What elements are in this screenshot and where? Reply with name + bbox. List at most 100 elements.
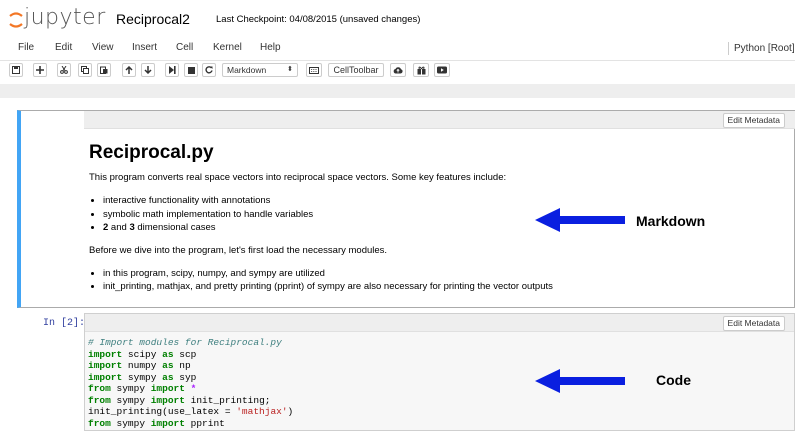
move-down-button[interactable] <box>141 63 155 77</box>
menu-insert[interactable]: Insert <box>132 42 157 53</box>
code-operator: * <box>184 383 197 394</box>
code-annotation-label: Code <box>656 372 691 388</box>
code-text: syp <box>173 371 197 383</box>
code-keyword: as <box>162 360 174 371</box>
paste-icon <box>100 66 108 74</box>
insert-cell-button[interactable] <box>33 63 47 77</box>
modules-paragraph: Before we dive into the program, let's f… <box>89 244 388 256</box>
menu-cell[interactable]: Cell <box>176 42 193 53</box>
move-up-button[interactable] <box>122 63 136 77</box>
code-line: from sympy import * <box>88 383 293 395</box>
code-text: sympy <box>110 394 151 406</box>
run-cell-button[interactable] <box>165 63 179 77</box>
modules-list: in this program, scipy, numpy, and sympy… <box>89 267 789 294</box>
code-keyword: import <box>88 360 123 371</box>
edit-metadata-button[interactable]: Edit Metadata <box>722 113 785 128</box>
menu-kernel[interactable]: Kernel <box>213 42 242 53</box>
upload-button[interactable] <box>390 63 406 77</box>
code-keyword: import <box>150 417 185 429</box>
cloud-upload-icon <box>393 67 403 74</box>
code-keyword: import <box>88 371 123 383</box>
code-cell-toolbar: Edit Metadata <box>85 314 794 332</box>
notebook-toolbar: Markdown ⬍ CellToolbar <box>0 61 795 81</box>
code-line: from sympy import pprint <box>88 418 293 430</box>
command-palette-button[interactable] <box>306 63 322 77</box>
code-text: scp <box>173 348 197 360</box>
markdown-annotation-label: Markdown <box>636 213 706 229</box>
code-text: init_printing(use_latex = <box>88 406 237 417</box>
code-text: ) <box>287 406 294 417</box>
toolbar-divider <box>0 84 795 98</box>
code-keyword: import <box>88 348 123 360</box>
code-text: init_printing; <box>184 394 271 406</box>
input-prompt: In [2]: <box>43 318 86 329</box>
code-line: init_printing(use_latex = 'mathjax') <box>88 406 293 418</box>
code-line: import numpy as np <box>88 360 293 372</box>
code-keyword: as <box>162 371 174 383</box>
cut-icon <box>60 66 68 74</box>
markdown-arrow-icon <box>535 208 625 232</box>
code-line: import scipy as scp <box>88 349 293 361</box>
code-comment: # Import modules for Reciprocal.py <box>88 337 282 348</box>
code-keyword: from <box>88 417 111 429</box>
markdown-cell-toolbar: Edit Metadata <box>84 111 795 129</box>
code-line: from sympy import init_printing; <box>88 395 293 407</box>
code-keyword: from <box>88 394 111 406</box>
kernel-indicator[interactable]: Python [Root] <box>728 42 795 55</box>
code-text: sympy <box>110 383 151 394</box>
code-keyword: import <box>150 383 185 394</box>
list-item: interactive functionality with annotatio… <box>103 194 789 208</box>
celltoolbar-button[interactable]: CellToolbar <box>328 63 384 77</box>
gift-icon <box>417 66 425 74</box>
select-caret-icon: ⬍ <box>287 66 293 73</box>
keyboard-icon <box>309 66 319 74</box>
menu-edit[interactable]: Edit <box>55 42 72 53</box>
intro-paragraph: This program converts real space vectors… <box>89 172 507 183</box>
code-text: pprint <box>184 417 225 429</box>
cell-type-select[interactable]: Markdown ⬍ <box>222 63 298 77</box>
code-string: 'mathjax' <box>236 406 288 417</box>
notebook-name[interactable]: Reciprocal2 <box>116 11 190 27</box>
menu-help[interactable]: Help <box>260 42 281 53</box>
restart-icon <box>205 66 213 74</box>
code-text: np <box>173 360 191 371</box>
video-button[interactable] <box>434 63 450 77</box>
arrow-down-icon <box>144 66 152 74</box>
save-icon <box>12 66 20 74</box>
copy-icon <box>81 66 89 74</box>
edit-metadata-button[interactable]: Edit Metadata <box>722 316 785 331</box>
cut-button[interactable] <box>57 63 71 77</box>
code-text: sympy <box>122 371 163 383</box>
plus-icon <box>36 66 44 74</box>
youtube-icon <box>437 66 447 74</box>
gift-button[interactable] <box>413 63 429 77</box>
feature-text: and <box>108 222 130 233</box>
interrupt-kernel-button[interactable] <box>184 63 198 77</box>
list-item: init_printing, mathjax, and pretty print… <box>103 280 789 294</box>
stop-icon <box>187 66 195 74</box>
save-button[interactable] <box>9 63 23 77</box>
jupyter-logo-icon <box>9 12 23 28</box>
code-editor[interactable]: # Import modules for Reciprocal.py import… <box>88 337 293 429</box>
feature-text: dimensional cases <box>134 222 216 233</box>
paste-button[interactable] <box>97 63 111 77</box>
list-item: in this program, scipy, numpy, and sympy… <box>103 267 789 281</box>
code-text: scipy <box>122 348 163 360</box>
markdown-heading: Reciprocal.py <box>89 142 214 163</box>
checkpoint-status: Last Checkpoint: 04/08/2015 (unsaved cha… <box>216 14 421 25</box>
jupyter-logo-text[interactable]: jupyter <box>24 5 106 30</box>
cell-type-value: Markdown <box>227 65 267 75</box>
arrow-up-icon <box>125 66 133 74</box>
restart-kernel-button[interactable] <box>202 63 216 77</box>
code-keyword: from <box>88 383 111 394</box>
code-line: # Import modules for Reciprocal.py <box>88 337 293 349</box>
step-forward-icon <box>169 66 176 74</box>
menu-view[interactable]: View <box>92 42 114 53</box>
code-line: import sympy as syp <box>88 372 293 384</box>
code-arrow-icon <box>535 369 625 393</box>
code-text: sympy <box>110 417 151 429</box>
menu-file[interactable]: File <box>18 42 34 53</box>
menubar: File Edit View Insert Cell Kernel Help <box>0 38 795 61</box>
copy-button[interactable] <box>78 63 92 77</box>
code-keyword: as <box>162 348 174 360</box>
